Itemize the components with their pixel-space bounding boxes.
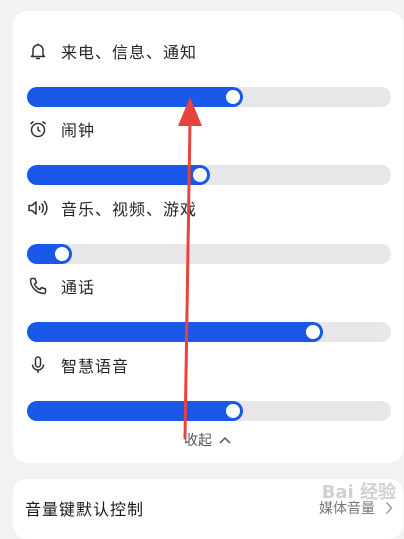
microphone-icon — [27, 354, 49, 376]
watermark: Bai 经验 — [321, 482, 396, 503]
volume-label-alarm: 闹钟 — [61, 121, 96, 140]
volume-label-media: 音乐、视频、游戏 — [61, 200, 198, 219]
slider-fill — [27, 165, 210, 185]
slider-fill — [27, 401, 243, 421]
row-label-line: 音乐、视频、游戏 — [27, 195, 197, 221]
slider-notifications[interactable] — [27, 87, 391, 107]
slider-handle[interactable] — [306, 325, 320, 339]
default-control-title: 音量键默认控制 — [25, 500, 145, 519]
collapse-label: 收起 — [184, 433, 212, 449]
slider-handle[interactable] — [193, 168, 207, 182]
volume-label-voice-assistant: 智慧语音 — [61, 357, 130, 376]
row-label-line: 闹钟 — [27, 116, 95, 142]
chevron-up-icon — [218, 435, 232, 445]
bell-icon — [27, 40, 49, 62]
volume-label-call: 通话 — [61, 278, 96, 297]
slider-handle[interactable] — [226, 404, 240, 418]
row-label-line: 智慧语音 — [27, 352, 129, 378]
slider-fill — [27, 87, 243, 107]
speaker-icon — [27, 197, 49, 219]
volume-label-notifications: 来电、信息、通知 — [61, 43, 198, 62]
alarm-clock-icon — [27, 118, 49, 140]
row-label-line: 来电、信息、通知 — [27, 38, 197, 64]
slider-call[interactable] — [27, 322, 391, 342]
collapse-button[interactable]: 收起 — [13, 430, 403, 450]
phone-icon — [27, 275, 49, 297]
volume-row-media: 音乐、视频、游戏 — [13, 195, 403, 271]
slider-fill — [27, 322, 323, 342]
volume-row-alarm: 闹钟 — [13, 116, 403, 192]
volume-settings-card: 来电、信息、通知 闹钟 音乐、视频、游戏 通话 智慧语音 收起 — [13, 11, 403, 463]
slider-alarm[interactable] — [27, 165, 391, 185]
row-label-line: 通话 — [27, 273, 95, 299]
volume-row-call: 通话 — [13, 273, 403, 349]
slider-handle[interactable] — [226, 90, 240, 104]
slider-media[interactable] — [27, 244, 391, 264]
volume-row-voice-assistant: 智慧语音 — [13, 352, 403, 428]
volume-row-notifications: 来电、信息、通知 — [13, 38, 403, 114]
slider-handle[interactable] — [55, 247, 69, 261]
slider-voice-assistant[interactable] — [27, 401, 391, 421]
